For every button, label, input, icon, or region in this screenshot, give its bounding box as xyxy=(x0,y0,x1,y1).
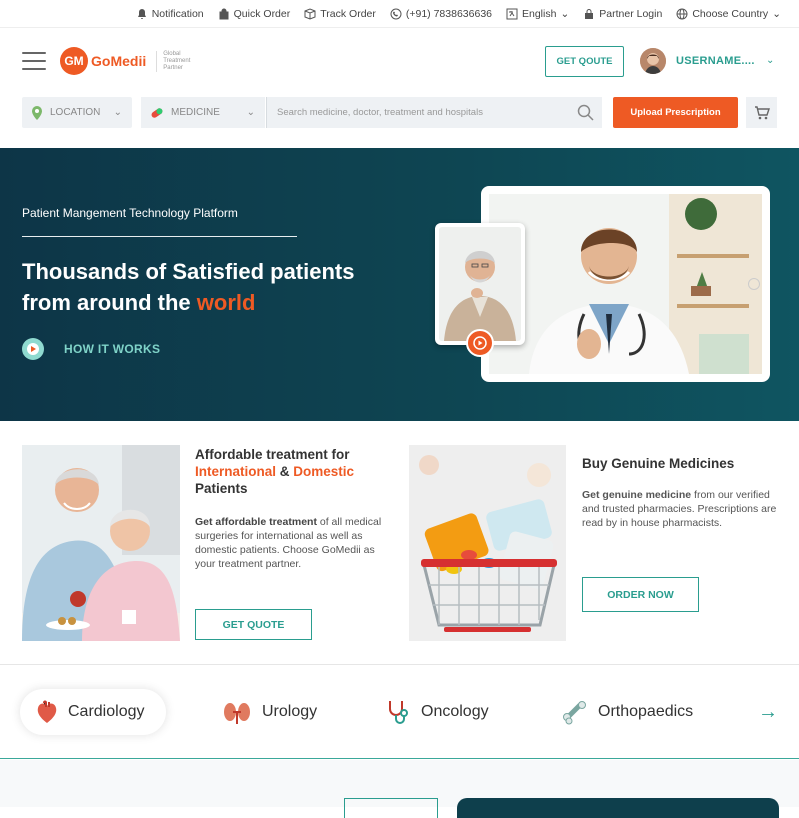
specialty-label: Oncology xyxy=(421,703,489,720)
specialty-orthopaedics[interactable]: Orthopaedics xyxy=(562,689,693,735)
get-quote-button[interactable]: GET QUOTE xyxy=(195,609,312,640)
phone-link[interactable]: (+91) 7838636636 xyxy=(390,8,492,20)
track-order-link[interactable]: Track Order xyxy=(304,8,376,20)
chevron-down-icon: ⌄ xyxy=(246,107,255,118)
how-it-works-label: HOW IT WORKS xyxy=(64,342,161,356)
language-select[interactable]: English ⌄ xyxy=(506,8,569,20)
pill-icon xyxy=(151,107,163,118)
heart-icon xyxy=(37,700,57,723)
card2-description: Get genuine medicine from our verified a… xyxy=(582,488,777,530)
phone-patient-image xyxy=(435,223,525,345)
logo-tagline: Global Treatment Partner xyxy=(156,50,206,72)
couple-image xyxy=(22,445,180,641)
hamburger-menu-icon[interactable] xyxy=(22,52,46,70)
chevron-down-icon: ⌄ xyxy=(772,7,781,20)
arrow-right-icon[interactable]: → xyxy=(758,701,778,724)
chevron-down-icon: ⌄ xyxy=(113,107,122,118)
next-section-dark-card xyxy=(457,798,779,818)
specialty-cardiology[interactable]: Cardiology xyxy=(20,689,167,735)
stethoscope-icon xyxy=(389,701,408,724)
bone-icon xyxy=(563,701,586,725)
chevron-down-icon: ⌄ xyxy=(560,7,570,20)
location-dropdown[interactable]: LOCATION ⌄ xyxy=(22,97,132,128)
language-label: English xyxy=(522,7,557,20)
play-icon xyxy=(22,338,44,360)
card1-title-domestic: Domestic xyxy=(293,464,355,479)
search-icon[interactable] xyxy=(577,104,594,121)
avatar[interactable] xyxy=(640,48,666,74)
lock-icon xyxy=(585,8,594,19)
username[interactable]: USERNAME.... xyxy=(676,55,755,67)
specialty-label: Urology xyxy=(262,703,318,720)
quick-order-label: Quick Order xyxy=(233,7,291,20)
card1-title-line3: Patients xyxy=(195,481,248,496)
notification-link[interactable]: Notification xyxy=(136,8,204,20)
hero-banner: Patient Mangement Technology Platform Th… xyxy=(0,148,799,421)
partner-login-label: Partner Login xyxy=(599,7,663,20)
how-it-works-link[interactable]: HOW IT WORKS xyxy=(22,338,160,360)
specialty-urology[interactable]: Urology xyxy=(222,689,317,735)
card1-description: Get affordable treatment of all medical … xyxy=(195,515,390,571)
bag-icon xyxy=(219,8,229,19)
quick-order-link[interactable]: Quick Order xyxy=(218,7,291,20)
translate-icon xyxy=(506,8,518,19)
logo-mark: GM xyxy=(60,47,88,75)
country-select[interactable]: Choose Country ⌄ xyxy=(676,8,781,20)
medicine-label: MEDICINE xyxy=(171,107,220,118)
kidney-icon xyxy=(224,703,250,724)
card1-title: Affordable treatment for International &… xyxy=(195,446,395,497)
phone-number: (+91) 7838636636 xyxy=(405,7,492,20)
hero-title-line2: from around the xyxy=(22,290,197,315)
chevron-down-icon[interactable]: ⌄ xyxy=(766,55,774,66)
order-now-button[interactable]: ORDER NOW xyxy=(582,577,699,612)
hero-title-accent: world xyxy=(196,290,256,315)
search-input[interactable]: Search medicine, doctor, treatment and h… xyxy=(266,97,602,128)
top-utility-bar: Notification Quick Order Track Order (+9… xyxy=(0,0,799,28)
cart-button[interactable] xyxy=(746,97,777,128)
specialty-label: Cardiology xyxy=(68,703,145,720)
phone-icon xyxy=(390,8,402,19)
location-label: LOCATION xyxy=(50,107,101,118)
card2-title: Buy Genuine Medicines xyxy=(582,456,735,471)
upload-prescription-button[interactable]: Upload Prescription xyxy=(613,97,738,128)
logo-name: GoMedii xyxy=(91,53,147,69)
service-cards: Affordable treatment for International &… xyxy=(0,421,799,665)
specialty-label: Orthopaedics xyxy=(598,703,694,720)
hero-subtitle: Patient Mangement Technology Platform xyxy=(22,206,238,220)
next-section-button-outline[interactable] xyxy=(344,798,438,818)
location-pin-icon xyxy=(32,105,42,120)
card2-text-bold: Get genuine medicine xyxy=(582,489,692,501)
specialty-carousel: Cardiology Urology Oncology Orthopaedics… xyxy=(0,665,799,759)
hero-title-line1: Thousands of Satisfied patients xyxy=(22,259,355,284)
globe-icon xyxy=(676,8,688,19)
hero-title: Thousands of Satisfied patients from aro… xyxy=(22,256,422,318)
card1-title-international: International xyxy=(195,464,277,479)
card1-text-bold: Get affordable treatment xyxy=(195,516,317,528)
main-header: GM GoMedii Global Treatment Partner GET … xyxy=(0,28,799,94)
box-icon xyxy=(304,7,316,20)
cart-icon xyxy=(754,105,770,119)
next-section-peek xyxy=(0,760,799,818)
medicine-basket-image xyxy=(409,445,566,641)
notification-label: Notification xyxy=(151,7,204,20)
card1-title-line1: Affordable treatment for xyxy=(195,447,350,462)
track-order-label: Track Order xyxy=(320,7,376,20)
specialty-oncology[interactable]: Oncology xyxy=(385,689,489,735)
card1-title-amp: & xyxy=(276,464,294,479)
country-label: Choose Country xyxy=(692,7,769,20)
video-play-icon[interactable] xyxy=(466,329,494,357)
search-placeholder: Search medicine, doctor, treatment and h… xyxy=(277,107,483,118)
header-get-quote-button[interactable]: GET QOUTE xyxy=(545,46,624,77)
logo[interactable]: GM GoMedii Global Treatment Partner xyxy=(60,47,206,75)
search-row: LOCATION ⌄ MEDICINE ⌄ Search medicine, d… xyxy=(0,94,799,146)
hero-divider xyxy=(22,236,297,237)
tablet-home-button xyxy=(748,278,760,290)
partner-login-link[interactable]: Partner Login xyxy=(583,8,662,20)
medicine-dropdown[interactable]: MEDICINE ⌄ xyxy=(141,97,265,128)
bell-icon xyxy=(137,8,146,19)
